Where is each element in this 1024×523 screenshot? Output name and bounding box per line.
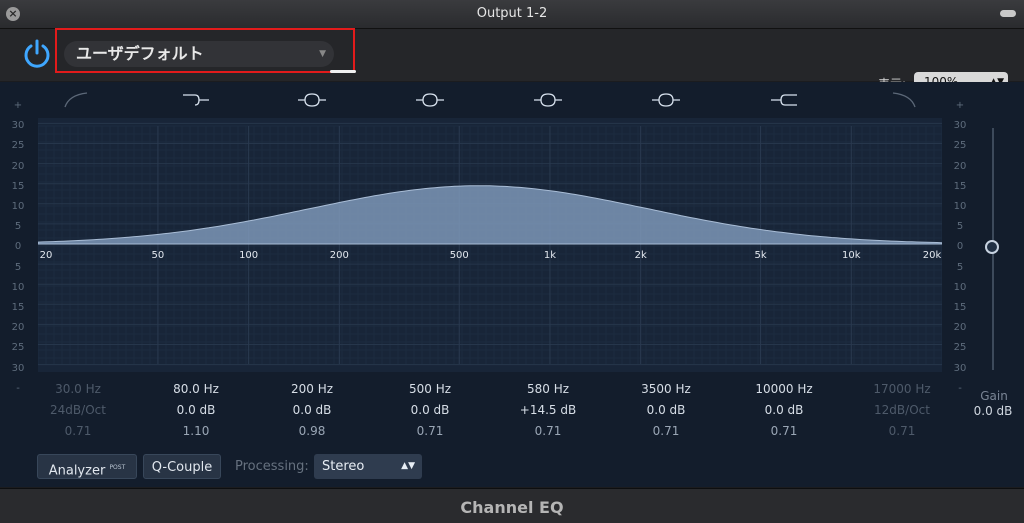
- frequency-label: 200: [329, 250, 349, 261]
- db-scale-label: 20: [11, 160, 25, 172]
- band-q-value[interactable]: 0.71: [621, 424, 711, 438]
- band-q-value[interactable]: 0.71: [503, 424, 593, 438]
- analyzer-post-badge: POST: [109, 464, 126, 471]
- db-scale-label: -: [16, 382, 20, 394]
- db-scale-label: 25: [11, 342, 25, 354]
- band-frequency-value[interactable]: 30.0 Hz: [33, 382, 123, 396]
- band-gain-value[interactable]: 12dB/Oct: [857, 403, 947, 417]
- band-frequency-value[interactable]: 10000 Hz: [739, 382, 829, 396]
- low-shelf-icon[interactable]: [181, 91, 211, 109]
- stepper-arrows-icon: ▲▼: [401, 461, 415, 471]
- band-q-value[interactable]: 0.71: [33, 424, 123, 438]
- band-gain-value[interactable]: 0.0 dB: [739, 403, 829, 417]
- high-shelf-icon[interactable]: [769, 91, 799, 109]
- high-cut-icon[interactable]: [887, 91, 917, 109]
- frequency-label: 100: [239, 250, 259, 261]
- db-scale-label: 10: [11, 201, 25, 212]
- plugin-name: Channel EQ: [460, 498, 564, 517]
- frequency-label: 10k: [842, 250, 861, 261]
- db-scale-label: 15: [953, 180, 967, 192]
- annotation-scribble: [330, 70, 356, 73]
- frequency-label: 5k: [754, 250, 767, 261]
- db-scale-label: 25: [953, 342, 967, 354]
- db-scale-label: 10: [953, 281, 967, 293]
- plugin-footer: Channel EQ: [0, 488, 1024, 523]
- band-gain-row: 24dB/Oct 0.0 dB 0.0 dB 0.0 dB +14.5 dB 0.0 dB…: [30, 403, 960, 423]
- band-frequency-value[interactable]: 3500 Hz: [621, 382, 711, 396]
- db-scale-label: 30: [953, 362, 967, 374]
- bell-icon[interactable]: [415, 91, 445, 109]
- gain-title: Gain: [980, 389, 1008, 403]
- db-scale-label: 5: [14, 261, 22, 273]
- db-scale-label: 5: [956, 261, 964, 273]
- low-cut-icon[interactable]: [63, 91, 93, 109]
- db-scale-label: 25: [953, 140, 967, 152]
- db-scale-label: 30: [953, 120, 967, 132]
- band-q-value[interactable]: 0.71: [739, 424, 829, 438]
- db-scale-label: 25: [11, 140, 25, 152]
- title-bar: × Output 1-2: [0, 0, 1024, 29]
- db-scale-label: 30: [11, 362, 25, 374]
- db-scale-label: 0: [956, 241, 964, 253]
- band-frequency-value[interactable]: 80.0 Hz: [151, 382, 241, 396]
- band-gain-value[interactable]: 0.0 dB: [621, 403, 711, 417]
- band-q-value[interactable]: 1.10: [151, 424, 241, 438]
- band-frequency-value[interactable]: 200 Hz: [267, 382, 357, 396]
- annotation-highlight-box: [55, 28, 355, 73]
- gain-slider-knob[interactable]: [985, 240, 999, 254]
- db-scale-label: 15: [11, 302, 25, 313]
- band-gain-value[interactable]: 0.0 dB: [385, 403, 475, 417]
- frequency-label: 50: [151, 250, 165, 261]
- processing-select[interactable]: Stereo ▲▼: [314, 454, 422, 479]
- db-scale-label: 10: [11, 281, 25, 293]
- frequency-label: 500: [449, 250, 469, 261]
- window-title: Output 1-2: [476, 6, 548, 21]
- band-frequency-value[interactable]: 17000 Hz: [857, 382, 947, 396]
- window-resize-icon[interactable]: [1000, 10, 1016, 17]
- q-couple-button[interactable]: Q-Couple: [143, 454, 221, 479]
- band-q-value[interactable]: 0.71: [385, 424, 475, 438]
- db-scale-label: 15: [953, 302, 967, 313]
- power-icon[interactable]: [20, 37, 54, 71]
- band-gain-value[interactable]: 24dB/Oct: [33, 403, 123, 417]
- band-gain-value[interactable]: 0.0 dB: [267, 403, 357, 417]
- db-scale-label: 15: [11, 180, 25, 192]
- bell-icon[interactable]: [533, 91, 563, 109]
- gain-value[interactable]: 0.0 dB: [970, 404, 1016, 418]
- frequency-label: 20: [39, 250, 53, 261]
- db-scale-label: 30: [11, 120, 25, 132]
- db-scale-label: 5: [14, 221, 22, 233]
- band-q-row: 0.71 1.10 0.98 0.71 0.71 0.71 0.71 0.71: [30, 424, 960, 444]
- band-q-value[interactable]: 0.98: [267, 424, 357, 438]
- band-q-value[interactable]: 0.71: [857, 424, 947, 438]
- bell-icon[interactable]: [651, 91, 681, 109]
- db-scale-label: +: [955, 100, 965, 111]
- eq-graph[interactable]: [38, 118, 942, 372]
- analyzer-button[interactable]: Analyzer POST: [37, 454, 137, 479]
- band-frequency-value[interactable]: 500 Hz: [385, 382, 475, 396]
- frequency-label: 20k: [922, 250, 942, 261]
- processing-label: Processing:: [235, 459, 309, 474]
- db-scale-label: 10: [953, 201, 967, 212]
- eq-main-panel: +30 25 20 15 10 5 0 5 10 15 20 25 30- +30 25 20 15 10 5 0 5…: [0, 82, 1024, 487]
- frequency-label: 1k: [543, 250, 557, 261]
- db-scale-label: 20: [953, 322, 967, 334]
- bell-icon[interactable]: [297, 91, 327, 109]
- band-gain-value[interactable]: 0.0 dB: [151, 403, 241, 417]
- db-scale-label: +: [13, 100, 23, 111]
- frequency-label: 2k: [634, 250, 647, 261]
- band-frequency-value[interactable]: 580 Hz: [503, 382, 593, 396]
- band-frequency-row: 30.0 Hz 80.0 Hz 200 Hz 500 Hz 580 Hz 3500 Hz 1…: [30, 382, 960, 402]
- band-gain-value[interactable]: +14.5 dB: [503, 403, 593, 417]
- db-scale-label: 5: [956, 221, 964, 233]
- db-scale-label: 0: [14, 241, 22, 253]
- analyzer-label: Analyzer: [48, 463, 106, 479]
- processing-value: Stereo: [322, 459, 365, 474]
- db-scale-label: 20: [953, 160, 967, 172]
- db-scale-label: 20: [11, 322, 25, 334]
